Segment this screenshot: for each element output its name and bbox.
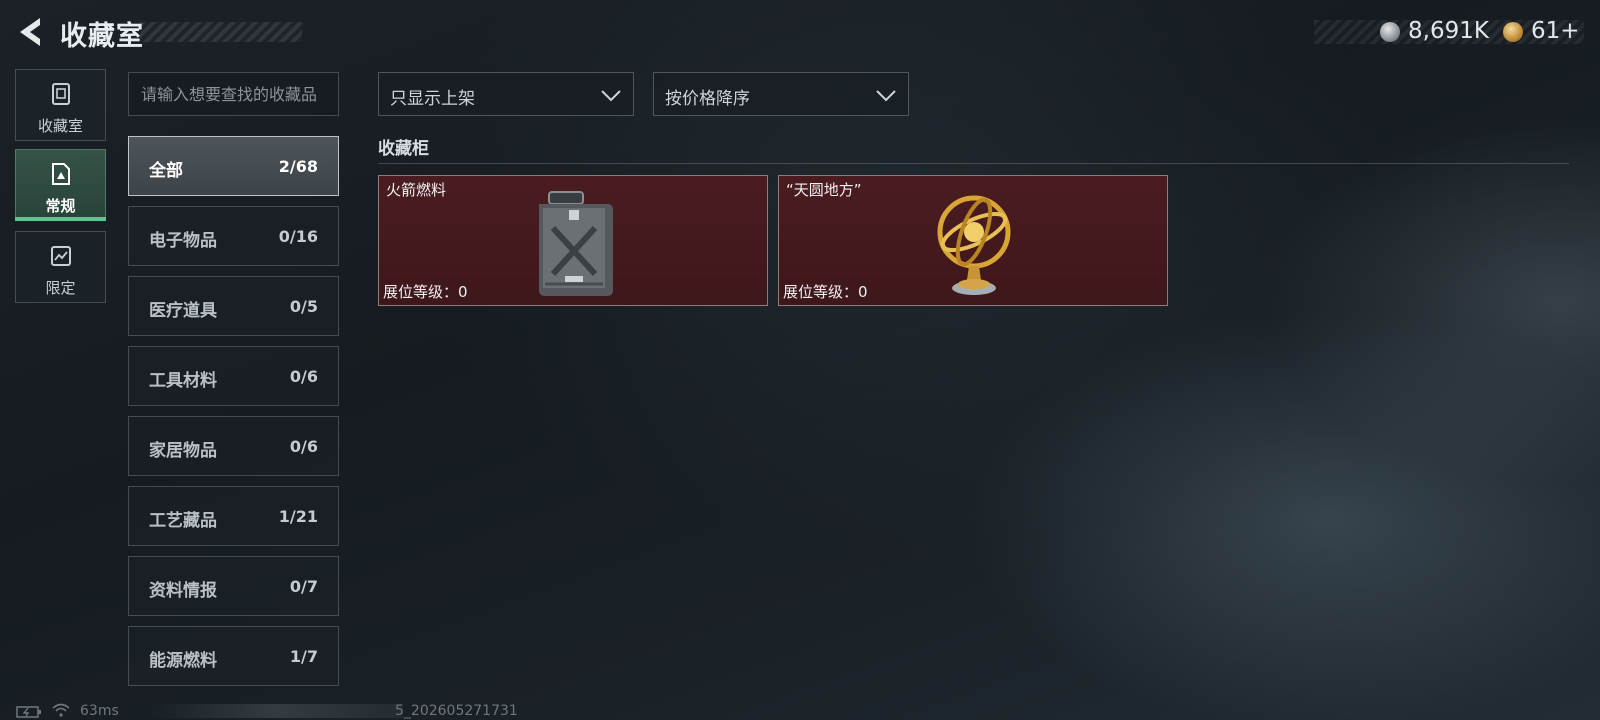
limited-tab-icon [51,246,71,266]
category-count: 2/68 [278,157,318,176]
category-count: 0/7 [289,577,318,596]
category-count: 1/21 [278,507,318,526]
back-arrow-icon [20,18,40,46]
display-filter-dropdown[interactable]: 只显示上架 [378,72,634,116]
category-name: 工具材料 [149,371,217,391]
display-filter-value: 只显示上架 [390,89,475,109]
regular-tab-icon [52,163,70,185]
sort-value: 按价格降序 [665,89,750,109]
redacted-info [148,704,403,718]
category-count: 1/7 [289,647,318,666]
category-energy[interactable]: 能源燃料 1/7 [128,626,339,686]
category-name: 家居物品 [149,441,217,461]
category-count: 0/6 [289,367,318,386]
armillary-sphere-image [937,195,1011,295]
category-medical[interactable]: 医疗道具 0/5 [128,276,339,336]
nav-item-label: 常规 [45,197,76,215]
silver-currency-value: 8,691K [1408,18,1489,44]
collection-card[interactable]: “天圆地方” 展位等级：0 [778,175,1168,306]
category-crafts[interactable]: 工艺藏品 1/21 [128,486,339,546]
category-household[interactable]: 家居物品 0/6 [128,416,339,476]
nav-item-label: 限定 [45,279,76,297]
category-count: 0/5 [289,297,318,316]
fuel-canister-image [539,191,613,296]
category-name: 全部 [149,161,183,181]
section-title: 收藏柜 [378,139,429,159]
chevron-down-icon [876,90,896,102]
collection-room-icon [52,83,70,105]
item-name: “天圆地方” [786,181,862,199]
category-tools[interactable]: 工具材料 0/6 [128,346,339,406]
category-intel[interactable]: 资料情报 0/7 [128,556,339,616]
back-button[interactable] [14,14,46,50]
nav-item-regular[interactable]: 常规 [15,149,106,221]
category-name: 资料情报 [149,581,217,601]
nav-item-label: 收藏室 [37,117,83,135]
gold-currency-value[interactable]: 61+ [1531,18,1580,44]
collection-card[interactable]: 火箭燃料 展位等级：0 [378,175,768,306]
page-title: 收藏室 [60,21,144,52]
section-divider [378,163,1569,164]
chevron-down-icon [601,90,621,102]
silver-coin-icon [1380,22,1400,42]
category-name: 工艺藏品 [149,511,217,531]
build-id: 5_202605271731 [395,703,518,719]
category-count: 0/6 [289,437,318,456]
category-name: 医疗道具 [149,301,217,321]
category-count: 0/16 [278,227,318,246]
display-level: 展位等级：0 [783,283,868,301]
category-electronics[interactable]: 电子物品 0/16 [128,206,339,266]
item-name: 火箭燃料 [386,181,447,199]
ping-value: 63ms [80,703,119,719]
wifi-icon [52,703,70,717]
battery-icon [16,706,41,718]
nav-active-indicator [15,217,106,221]
title-decoration [140,22,302,42]
nav-item-collection-room[interactable]: 收藏室 [15,69,106,141]
category-name: 电子物品 [149,231,217,251]
sort-dropdown[interactable]: 按价格降序 [653,72,909,116]
category-name: 能源燃料 [149,651,217,671]
gold-coin-icon [1503,22,1523,42]
display-level: 展位等级：0 [383,283,468,301]
search-input[interactable] [128,72,339,116]
nav-item-limited[interactable]: 限定 [15,231,106,303]
category-all[interactable]: 全部 2/68 [128,136,339,196]
